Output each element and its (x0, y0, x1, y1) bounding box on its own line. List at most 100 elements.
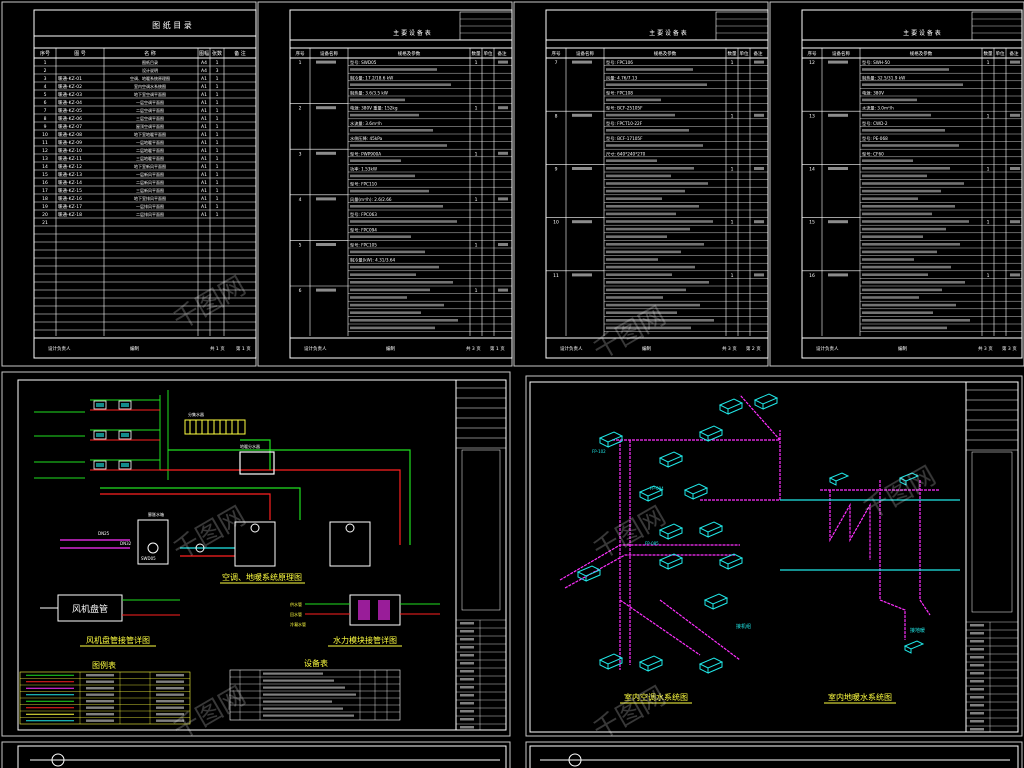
svg-text:A1: A1 (201, 84, 207, 90)
label-supply: 供水管 (290, 601, 302, 607)
equipment-table (229, 669, 401, 721)
svg-text:A1: A1 (201, 164, 207, 170)
cad-drawing-canvas: 图 纸 目 录 序号图 号名 称图幅 张数备 注 1 图纸目录 A4 12 设计说明 A4 3… (1, 1, 1024, 768)
svg-text:一层排风平面图: 一层排风平面图 (136, 203, 164, 209)
equipment-spec-row: 型号: BCF-17105F (606, 135, 643, 142)
label-return: 回水管 (290, 611, 302, 617)
equipment-spec-row: 型号: FPC106 (606, 59, 633, 66)
svg-text:1: 1 (216, 108, 219, 114)
equipment-spec-row: 型号: FPC110 (350, 181, 377, 188)
iso-manifold (828, 472, 850, 486)
sheet-2-title: 主 要 设 备 表 (393, 29, 431, 37)
equipment-col-header: 单位 (740, 50, 749, 57)
equipment-spec-row: 型号: FPC063 (350, 211, 377, 218)
iso-fan-coil (658, 553, 684, 570)
equipment-spec-row: 型号: FPC108 (606, 90, 633, 97)
iso-fan-coil (598, 653, 624, 670)
module-caption: 水力模块接管详图 (333, 635, 397, 645)
equipment-col-header: 设备名称 (832, 50, 850, 57)
label-manifold: 地暖分水器 (240, 443, 260, 449)
svg-text:8: 8 (44, 116, 47, 122)
iso-label-fp085: FP-085 (645, 541, 659, 546)
iso-fan-coil (718, 398, 744, 415)
svg-text:2: 2 (44, 68, 47, 74)
table-row: 7 暖通-KZ-05 二层空调平面图 A1 1 (44, 107, 219, 114)
sheet-1-footer-text: 编制 (130, 345, 139, 352)
svg-text:1: 1 (987, 167, 990, 173)
equipment-spec-row: 制热量: 3.6/3.5 kW (350, 90, 388, 97)
svg-text:1: 1 (475, 243, 478, 249)
svg-text:1: 1 (216, 188, 219, 194)
module-detail (305, 594, 440, 626)
svg-text:暖通-KZ-13: 暖通-KZ-13 (58, 171, 82, 178)
svg-text:A4: A4 (201, 60, 207, 66)
svg-text:A1: A1 (201, 116, 207, 122)
sheet-1-footer-text: 共 1 页 (210, 345, 225, 352)
sheet-1-title: 图 纸 目 录 (152, 20, 192, 30)
iso-fan-coil (698, 425, 724, 442)
svg-text:A1: A1 (201, 140, 207, 146)
equipment-group-number: 1 (299, 60, 302, 66)
svg-text:暖通-KZ-17: 暖通-KZ-17 (58, 203, 82, 210)
svg-text:一层地暖平面图: 一层地暖平面图 (136, 139, 164, 145)
table-row: 12 暖通-KZ-10 二层地暖平面图 A1 1 (42, 147, 218, 154)
svg-text:暖通-KZ-09: 暖通-KZ-09 (58, 139, 82, 146)
sheet-equipment-3: 主 要 设 备 表 序号 设备名称 规格及参数 数量 单位 备注 12 1 型号: SWH-50… (769, 1, 1024, 367)
svg-text:1: 1 (216, 156, 219, 162)
svg-text:暖通-KZ-08: 暖通-KZ-08 (58, 131, 82, 138)
svg-text:A1: A1 (201, 172, 207, 178)
svg-text:暖通-KZ-14: 暖通-KZ-14 (58, 179, 82, 186)
svg-text:12: 12 (42, 148, 48, 154)
table-row: 21 (42, 220, 48, 226)
equipment-spec-row: 电源: 380V (862, 90, 884, 97)
equipment-group-number: 3 (299, 151, 302, 157)
svg-text:室内空调水系统图: 室内空调水系统图 (134, 83, 166, 89)
svg-text:A1: A1 (201, 92, 207, 98)
svg-text:1: 1 (216, 84, 219, 90)
label-dn25: DN25 (98, 531, 110, 536)
iso-label-fp094: FP-094 (650, 486, 664, 491)
svg-text:暖通-KZ-15: 暖通-KZ-15 (58, 187, 82, 194)
equipment-spec-row: 电源: 380V 重量: 152kg (350, 105, 398, 112)
equipment-spec-row: 型号: SWD05 (350, 59, 377, 66)
equipment-footer-text: 共 3 页 (722, 345, 737, 352)
table-row: 6 暖通-KZ-04 一层空调平面图 A1 1 (44, 99, 219, 106)
svg-text:1: 1 (731, 220, 734, 226)
svg-text:15: 15 (42, 172, 48, 178)
svg-text:暖通-KZ-06: 暖通-KZ-06 (58, 115, 82, 122)
equipment-spec-row: 型号: FPC094 (350, 226, 377, 233)
svg-text:9: 9 (44, 124, 47, 130)
equipment-spec-row: 型号: PWP900A (350, 150, 381, 157)
svg-text:A1: A1 (201, 156, 207, 162)
svg-text:1: 1 (987, 60, 990, 66)
label-condensate: 冷凝水管 (290, 621, 306, 627)
svg-text:三层空调平面图: 三层空调平面图 (136, 115, 164, 121)
svg-text:空调、地暖系统原理图: 空调、地暖系统原理图 (130, 75, 170, 81)
svg-text:1: 1 (216, 116, 219, 122)
equipment-group-number: 10 (553, 220, 559, 226)
equipment-group-number: 16 (809, 273, 815, 279)
equipment-spec-row: 型号: FPCT10-22F (606, 120, 643, 127)
table-row: 16 暖通-KZ-14 二层新风平面图 A1 1 (42, 179, 218, 186)
label-dn32: DN32 (120, 541, 132, 546)
svg-text:1: 1 (216, 180, 219, 186)
equipment-title: 设备表 (304, 658, 328, 668)
equipment-spec-row: 风量: 4.76/7.13 (606, 74, 638, 81)
svg-text:暖通-KZ-18: 暖通-KZ-18 (58, 211, 82, 218)
svg-text:1: 1 (216, 76, 219, 82)
svg-text:18: 18 (42, 196, 48, 202)
sheet-1-col-header: 名 称 (144, 50, 156, 57)
watermark-text: 千图网 (859, 461, 942, 526)
svg-text:暖通-KZ-16: 暖通-KZ-16 (58, 195, 82, 202)
svg-text:暖通-KZ-04: 暖通-KZ-04 (58, 99, 82, 106)
iso-fan-coil (698, 657, 724, 674)
equipment-footer-text: 设计负责人 (304, 345, 327, 352)
sheet-equipment-1: 主 要 设 备 表 序号 设备名称 规格及参数 数量 单位 备注 1 1 型号: SWD05 制冷… (257, 1, 513, 367)
floor-heating-manifold (184, 419, 246, 435)
svg-text:A4: A4 (201, 68, 207, 74)
iso-fan-coil (718, 553, 744, 570)
equipment-group-number: 13 (809, 113, 815, 119)
equipment-spec-row: 风量(m³/h): 2.6/2.66 (350, 196, 392, 203)
svg-text:暖通-KZ-11: 暖通-KZ-11 (58, 155, 82, 162)
sheet-1-col-header: 备 注 (234, 50, 246, 57)
